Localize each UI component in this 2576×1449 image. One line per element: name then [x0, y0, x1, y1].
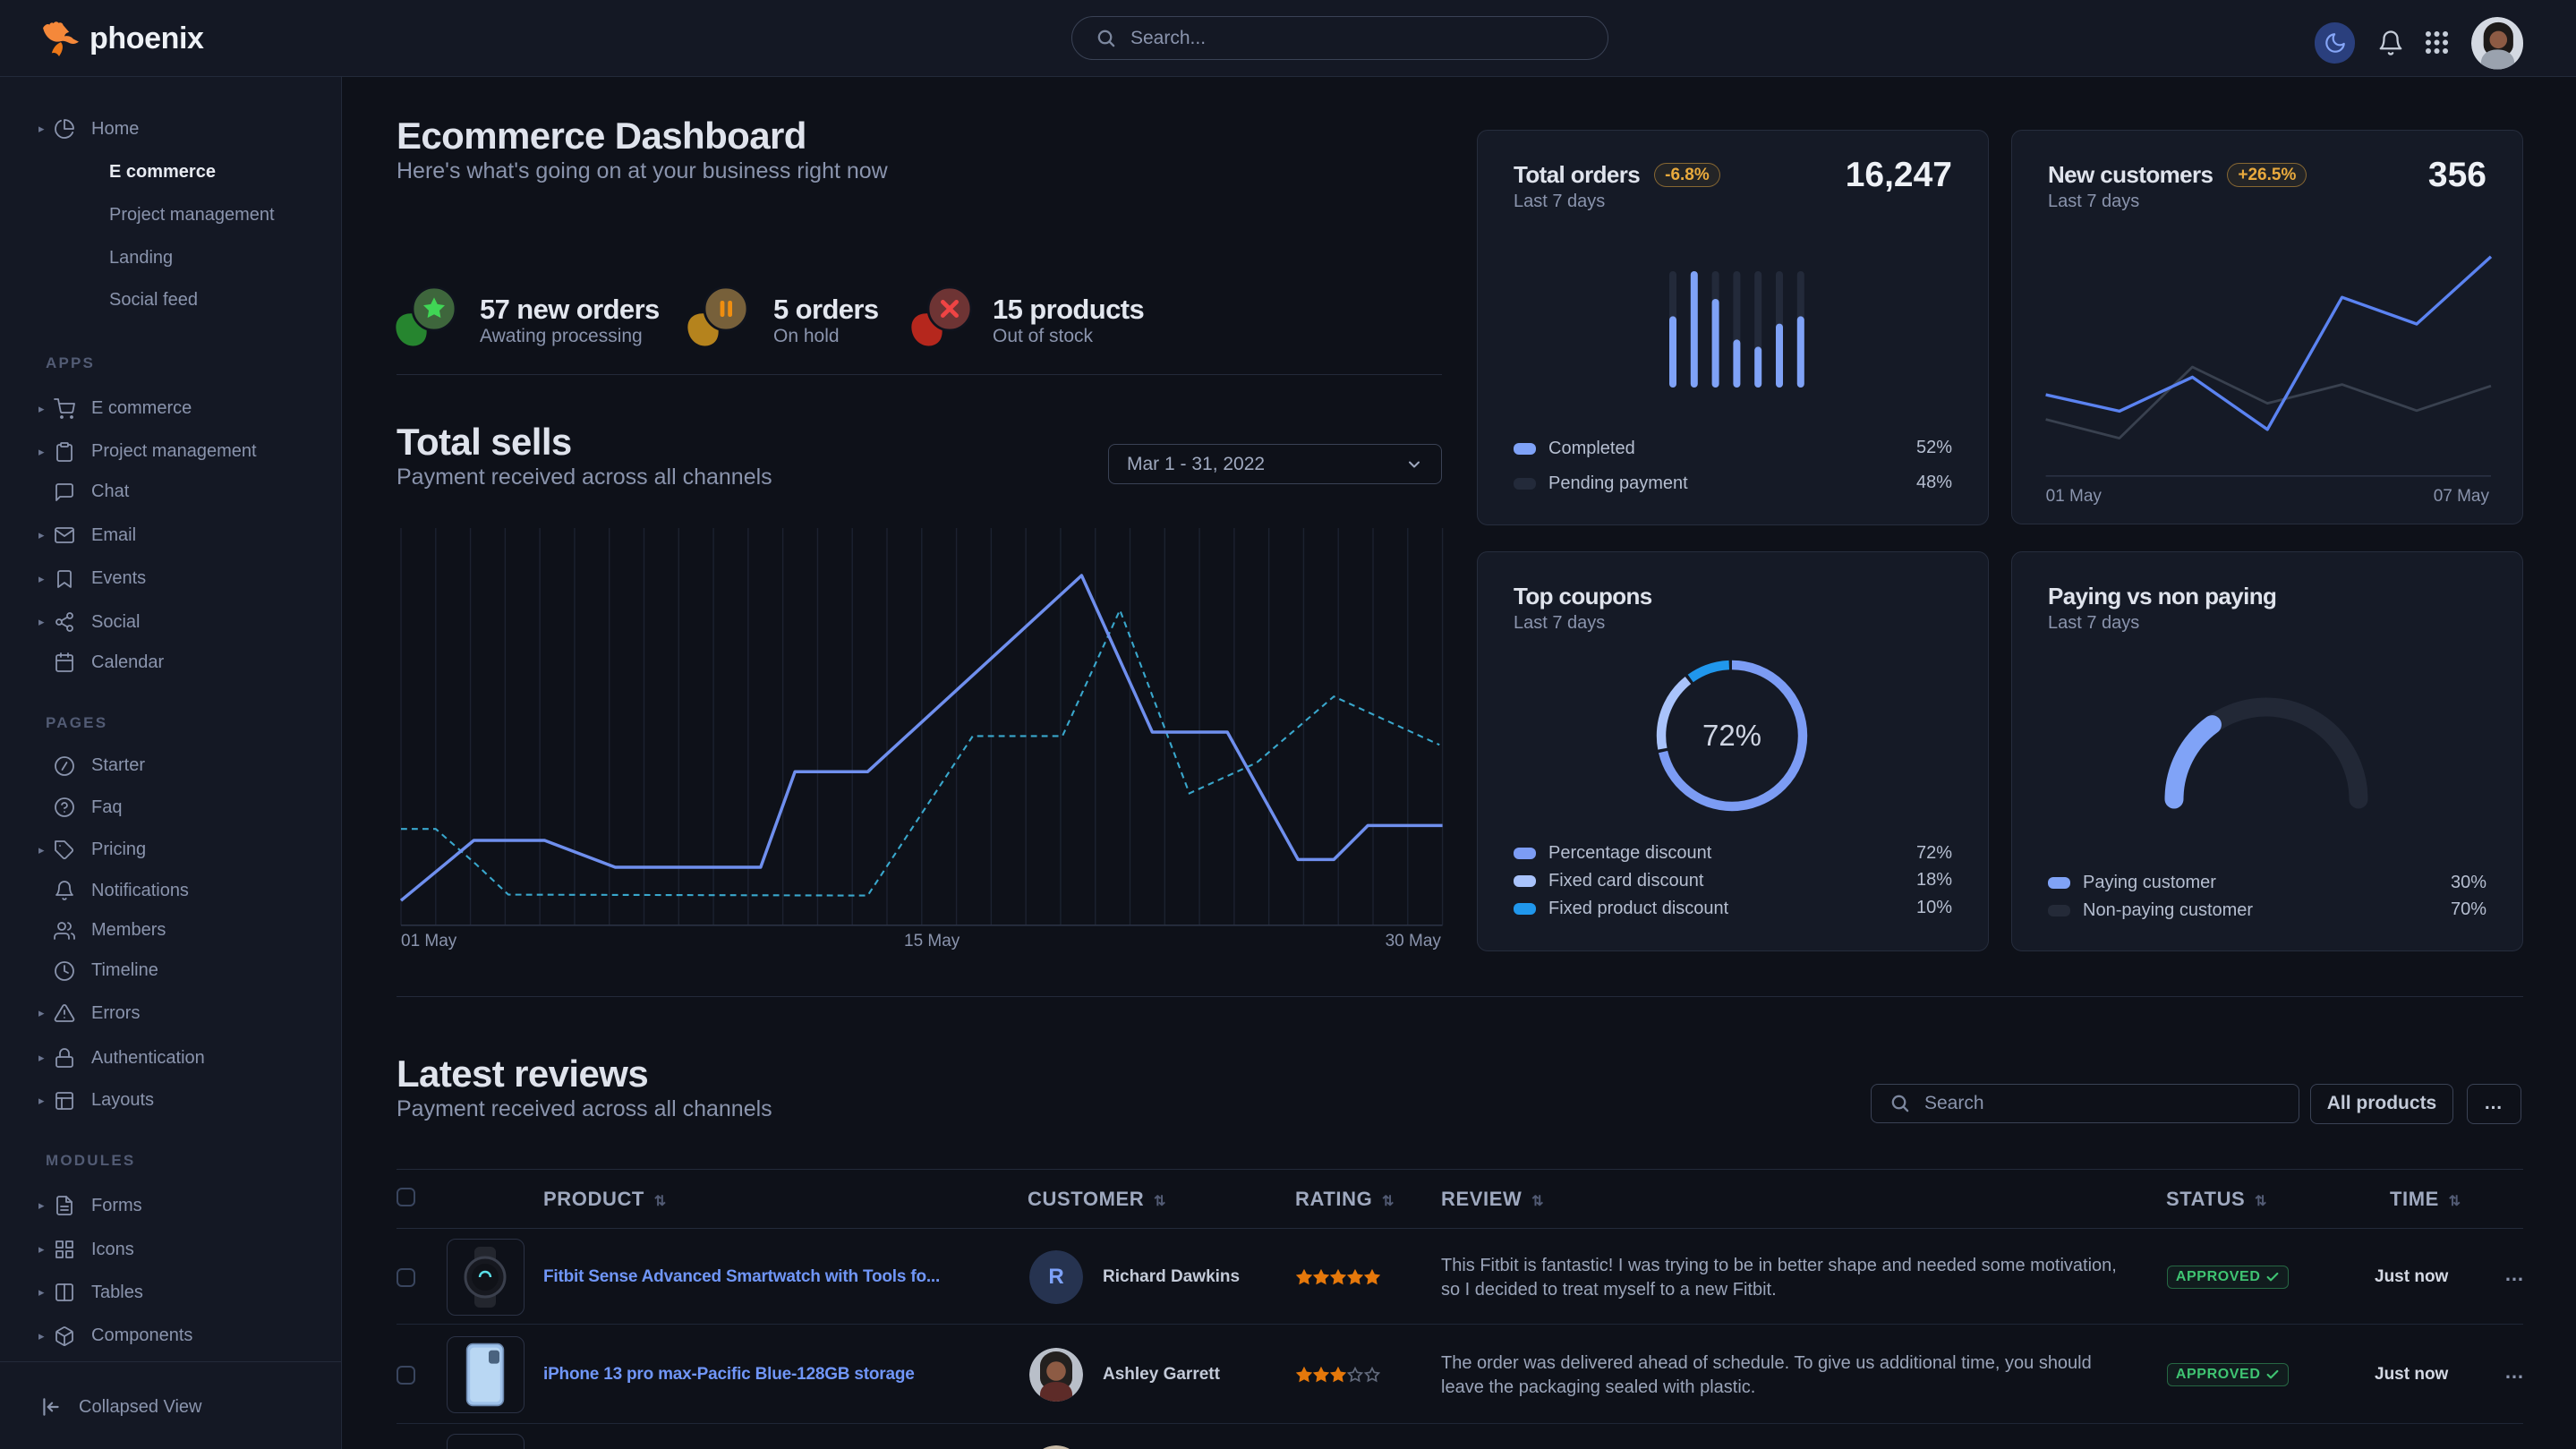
svg-text:72%: 72% — [1702, 719, 1761, 752]
